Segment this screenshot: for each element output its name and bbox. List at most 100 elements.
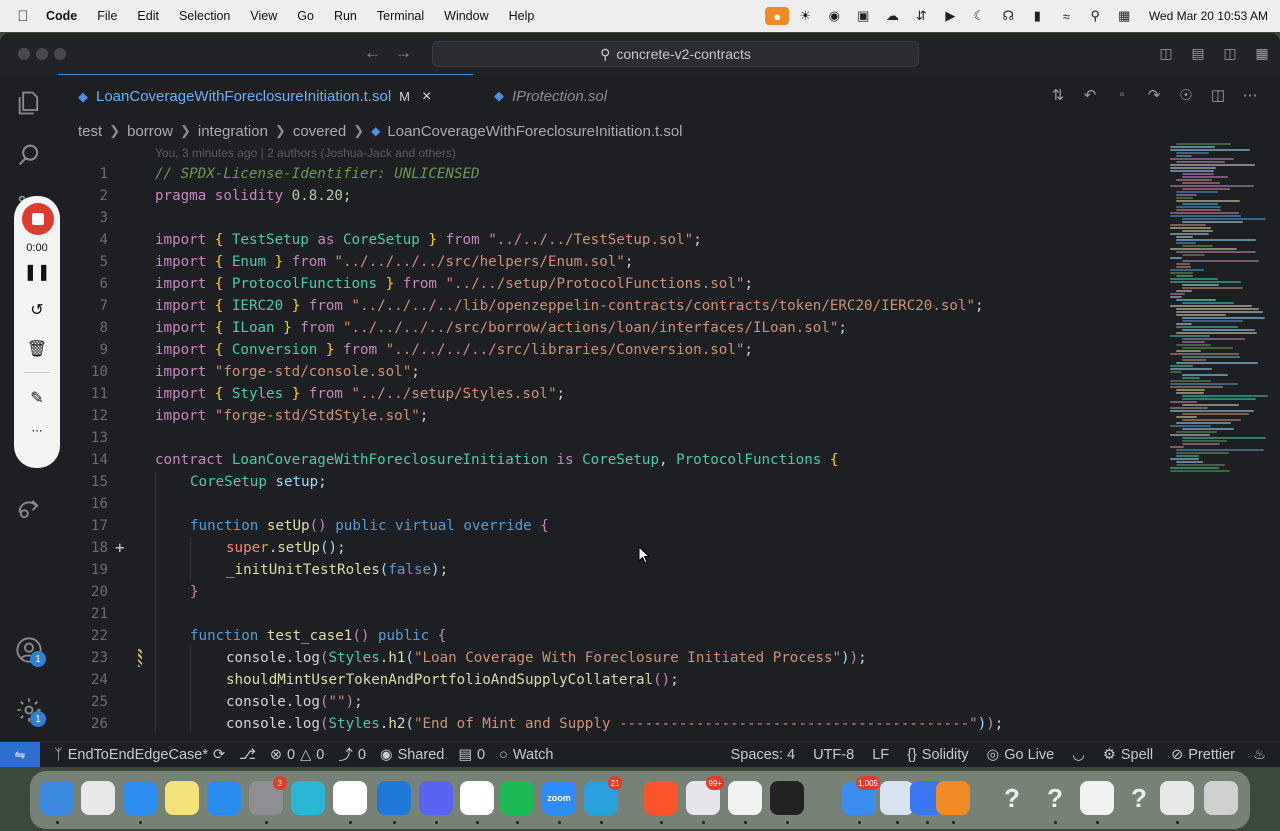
- go-live-button[interactable]: ◎ Go Live: [987, 747, 1055, 763]
- back-arrow-icon[interactable]: ←: [364, 43, 381, 63]
- help-icon[interactable]: ?: [995, 781, 1029, 815]
- minimap[interactable]: [1160, 143, 1270, 483]
- help-icon[interactable]: ?: [1038, 781, 1072, 815]
- pause-icon[interactable]: ❚❚: [14, 262, 60, 282]
- menu-run[interactable]: Run: [334, 9, 357, 23]
- search-icon[interactable]: [10, 136, 48, 174]
- compare-changes-icon[interactable]: ⇅: [1048, 86, 1068, 104]
- terminal-icon[interactable]: [770, 781, 804, 815]
- toggle-sidebar-icon[interactable]: ◫: [1156, 45, 1176, 62]
- creative-cloud-icon[interactable]: ☁: [879, 7, 905, 25]
- menu-clock[interactable]: Wed Mar 20 10:53 AM: [1149, 9, 1268, 23]
- trash-icon[interactable]: 🗑: [14, 339, 60, 359]
- trash-icon[interactable]: [1204, 781, 1238, 815]
- grammarly-icon[interactable]: ◉: [821, 7, 847, 25]
- help-icon[interactable]: ?: [1122, 781, 1156, 815]
- textedit-icon[interactable]: [728, 781, 762, 815]
- pencil-icon[interactable]: ✎: [14, 388, 60, 408]
- menu-view[interactable]: View: [250, 9, 277, 23]
- breadcrumb-item[interactable]: borrow: [127, 123, 173, 140]
- toggle-panel-icon[interactable]: ▤: [1188, 45, 1208, 62]
- customize-layout-icon[interactable]: ▦: [1252, 45, 1272, 62]
- slack-icon[interactable]: [460, 781, 494, 815]
- notes-icon[interactable]: [165, 781, 199, 815]
- breadcrumb-item[interactable]: LoanCoverageWithForeclosureInitiation.t.…: [387, 123, 682, 140]
- preview-icon[interactable]: [880, 781, 914, 815]
- sublime-icon[interactable]: [936, 781, 970, 815]
- breadcrumb-item[interactable]: covered: [293, 123, 346, 140]
- remote-explorer-icon[interactable]: [10, 490, 48, 528]
- zoom-window-button[interactable]: [54, 48, 66, 60]
- toggle-secondary-sidebar-icon[interactable]: ◫: [1220, 45, 1240, 62]
- document-icon[interactable]: [1080, 781, 1114, 815]
- battery-icon[interactable]: ▮: [1024, 7, 1050, 25]
- wifi-icon[interactable]: ≈: [1053, 7, 1079, 25]
- restart-icon[interactable]: ↺: [14, 300, 60, 320]
- arrows-icon[interactable]: ⇵: [908, 7, 934, 25]
- document-icon[interactable]: [1160, 781, 1194, 815]
- menu-go[interactable]: Go: [297, 9, 314, 23]
- discord-icon[interactable]: [419, 781, 453, 815]
- gear-icon[interactable]: 1: [10, 691, 48, 729]
- language-indicator[interactable]: {} Solidity: [907, 747, 968, 763]
- tab-iprotection[interactable]: ◆ IProtection.sol: [478, 74, 658, 118]
- spell-checker-button[interactable]: ⚙ Spell: [1103, 747, 1153, 763]
- moon-icon[interactable]: ☾: [966, 7, 992, 25]
- indentation-indicator[interactable]: Spaces: 4: [731, 747, 796, 763]
- previous-change-icon[interactable]: ↶: [1080, 86, 1100, 104]
- code-editor[interactable]: You, 3 minutes ago | 2 authors (Joshua-J…: [58, 143, 1158, 731]
- apple-icon[interactable]: : [0, 8, 46, 25]
- breadcrumb-item[interactable]: test: [78, 123, 102, 140]
- menu-app-name[interactable]: Code: [46, 9, 77, 23]
- forward-arrow-icon[interactable]: →: [395, 43, 412, 63]
- next-change-icon[interactable]: ↷: [1144, 86, 1164, 104]
- craft-icon[interactable]: 99+: [686, 776, 724, 815]
- brave-icon[interactable]: [644, 781, 678, 815]
- problems-indicator[interactable]: ⊗ 0 △ 0: [270, 747, 324, 763]
- eol-indicator[interactable]: LF: [872, 747, 889, 763]
- stop-recording-button[interactable]: [22, 203, 54, 235]
- vscode-icon[interactable]: [377, 781, 411, 815]
- liveshare-count-indicator[interactable]: ▤ 0: [458, 747, 485, 763]
- notifications-bell-icon[interactable]: ♨: [1253, 747, 1266, 763]
- headphones-icon[interactable]: ☊: [995, 7, 1021, 25]
- command-center-search[interactable]: ⚲ concrete-v2-contracts: [432, 41, 919, 67]
- minimize-window-button[interactable]: [36, 48, 48, 60]
- git-blame-annotation[interactable]: You, 3 minutes ago | 2 authors (Joshua-J…: [155, 146, 456, 160]
- git-lens-icon[interactable]: ☉: [1176, 86, 1196, 104]
- live-share-indicator[interactable]: ◉ Shared: [380, 747, 444, 763]
- safari-icon[interactable]: [123, 781, 157, 815]
- app-store-icon[interactable]: [207, 781, 241, 815]
- split-editor-icon[interactable]: ◫: [1208, 86, 1228, 104]
- encoding-indicator[interactable]: UTF-8: [813, 747, 854, 763]
- launchpad-icon[interactable]: [81, 781, 115, 815]
- menu-extra-icon[interactable]: ▣: [850, 7, 876, 25]
- tab-loan-coverage[interactable]: ◆ LoanCoverageWithForeclosureInitiation.…: [58, 74, 473, 118]
- more-actions-icon[interactable]: ⋯: [1240, 86, 1260, 104]
- accounts-icon[interactable]: 1: [10, 631, 48, 669]
- menu-help[interactable]: Help: [509, 9, 535, 23]
- menu-terminal[interactable]: Terminal: [377, 9, 424, 23]
- explorer-icon[interactable]: [10, 84, 48, 122]
- add-comment-icon[interactable]: +: [115, 537, 125, 559]
- git-graph-icon[interactable]: ⎇: [239, 747, 256, 763]
- mail-icon[interactable]: 1,005: [842, 776, 880, 815]
- finder-icon[interactable]: [40, 781, 74, 815]
- menu-file[interactable]: File: [97, 9, 117, 23]
- chrome-icon[interactable]: [333, 781, 367, 815]
- more-icon[interactable]: ⋯: [14, 424, 60, 437]
- spotify-icon[interactable]: [500, 781, 534, 815]
- telegram-icon[interactable]: 21: [584, 776, 622, 815]
- play-icon[interactable]: ▶: [937, 7, 963, 25]
- spotlight-search-icon[interactable]: ⚲: [1082, 7, 1108, 25]
- control-center-icon[interactable]: ▦: [1111, 7, 1137, 25]
- menu-selection[interactable]: Selection: [179, 9, 230, 23]
- breadcrumb-item[interactable]: integration: [198, 123, 268, 140]
- remote-indicator-icon[interactable]: ⇋: [0, 741, 40, 767]
- scrollbar[interactable]: [1270, 143, 1278, 731]
- watch-indicator[interactable]: ○ Watch: [499, 747, 553, 763]
- modified-line-marker[interactable]: [138, 649, 142, 667]
- close-window-button[interactable]: [18, 48, 30, 60]
- menu-edit[interactable]: Edit: [137, 9, 159, 23]
- branch-indicator[interactable]: ᛉ EndToEndEdgeCase* ⟳: [54, 747, 225, 763]
